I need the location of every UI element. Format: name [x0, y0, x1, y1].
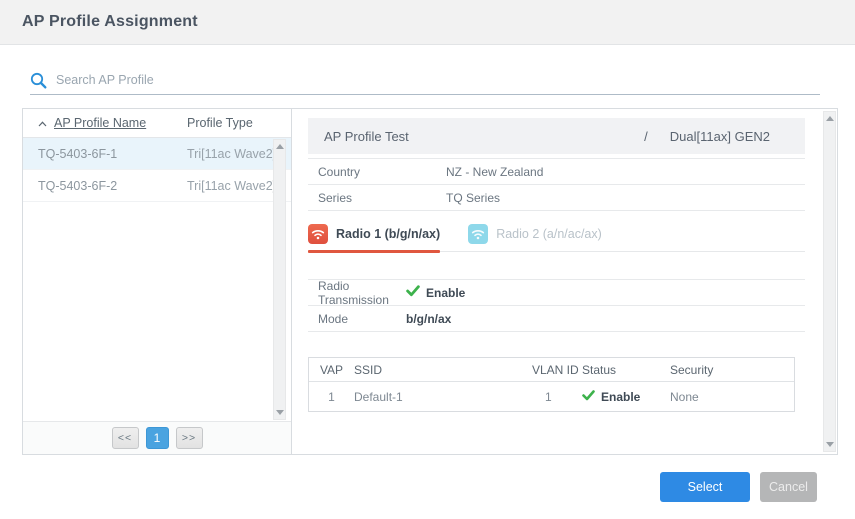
ssid-cell: Default-1 [354, 390, 532, 404]
wifi-icon [308, 224, 328, 244]
series-value: TQ Series [446, 191, 500, 205]
tab-radio-1-label: Radio 1 (b/g/n/ax) [336, 227, 440, 241]
country-row: Country NZ - New Zealand [308, 159, 805, 185]
status-value: Enable [601, 390, 640, 404]
select-button[interactable]: Select [660, 472, 750, 502]
cancel-button[interactable]: Cancel [760, 472, 817, 502]
dialog-body: AP Profile Name Profile Type TQ-5403-6F-… [22, 108, 838, 455]
vap-column-header: VAP [309, 363, 354, 377]
mode-label: Mode [318, 312, 406, 326]
search-icon [30, 72, 47, 89]
vap-table-header: VAP SSID VLAN ID Status Security [309, 358, 794, 382]
profile-list-scrollbar[interactable] [273, 139, 286, 420]
vlan-id-column-header: VLAN ID [532, 363, 582, 377]
search-bar [30, 66, 820, 95]
dialog-titlebar: AP Profile Assignment [0, 0, 855, 45]
detail-scrollbar[interactable] [823, 111, 836, 452]
tab-radio-1[interactable]: Radio 1 (b/g/n/ax) [308, 224, 440, 251]
tab-radio-2-label: Radio 2 (a/n/ac/ax) [496, 227, 602, 241]
radio-settings-rows: Radio Transmission Enable Mode b/g/n/ax [308, 279, 805, 332]
vap-cell: 1 [309, 390, 354, 404]
pagination-bar: << 1 >> [23, 421, 291, 454]
profile-row-selected[interactable]: TQ-5403-6F-1 Tri[11ac Wave2] [23, 138, 291, 170]
radio-transmission-row: Radio Transmission Enable [308, 280, 805, 306]
dialog-actions: Select Cancel [660, 472, 817, 502]
detail-model-name: Dual[11ax] GEN2 [670, 129, 770, 144]
country-label: Country [318, 165, 446, 179]
profile-list-panel: AP Profile Name Profile Type TQ-5403-6F-… [23, 109, 292, 454]
vap-table-row: 1 Default-1 1 Enable None [309, 382, 794, 411]
security-column-header: Security [670, 363, 794, 377]
radio-tabs: Radio 1 (b/g/n/ax) Radio 2 (a/n/ac/ax) [308, 224, 805, 252]
profile-name-cell: TQ-5403-6F-2 [23, 179, 187, 193]
check-icon [406, 285, 420, 300]
column-header-profile-type[interactable]: Profile Type [187, 116, 291, 130]
detail-header-band: AP Profile Test / Dual[11ax] GEN2 [308, 118, 805, 154]
mode-row: Mode b/g/n/ax [308, 306, 805, 332]
country-value: NZ - New Zealand [446, 165, 543, 179]
mode-value: b/g/n/ax [406, 312, 451, 326]
pagination-prev-button[interactable]: << [112, 427, 139, 449]
security-cell: None [670, 390, 794, 404]
pagination-page-button[interactable]: 1 [146, 427, 169, 449]
ssid-column-header: SSID [354, 363, 532, 377]
status-cell: Enable [582, 390, 670, 404]
page-title: AP Profile Assignment [22, 13, 198, 31]
profile-name-cell: TQ-5403-6F-1 [23, 147, 187, 161]
sort-ascending-icon[interactable] [38, 116, 47, 130]
scroll-down-icon[interactable] [826, 442, 834, 447]
wifi-icon [468, 224, 488, 244]
check-icon [582, 390, 595, 404]
profile-list-rows: TQ-5403-6F-1 Tri[11ac Wave2] TQ-5403-6F-… [23, 138, 291, 421]
series-label: Series [318, 191, 446, 205]
vap-table: VAP SSID VLAN ID Status Security 1 Defau… [308, 357, 795, 412]
vlan-id-cell: 1 [532, 390, 582, 404]
radio-transmission-value: Enable [426, 286, 465, 300]
scroll-down-icon[interactable] [276, 410, 284, 415]
scroll-up-icon[interactable] [826, 116, 834, 121]
profile-row[interactable]: TQ-5403-6F-2 Tri[11ac Wave2] [23, 170, 291, 202]
search-input[interactable] [56, 73, 820, 87]
tab-radio-2[interactable]: Radio 2 (a/n/ac/ax) [468, 224, 602, 251]
series-row: Series TQ Series [308, 185, 805, 211]
profile-list-header: AP Profile Name Profile Type [23, 109, 291, 138]
detail-separator: / [644, 129, 648, 144]
scroll-up-icon[interactable] [276, 144, 284, 149]
detail-info-rows: Country NZ - New Zealand Series TQ Serie… [308, 158, 805, 211]
column-header-ap-profile-name[interactable]: AP Profile Name [54, 116, 146, 130]
status-column-header: Status [582, 363, 670, 377]
profile-detail-panel: AP Profile Test / Dual[11ax] GEN2 Countr… [292, 109, 837, 454]
radio-transmission-label: Radio Transmission [318, 279, 406, 307]
detail-profile-name: AP Profile Test [324, 129, 409, 144]
pagination-next-button[interactable]: >> [176, 427, 203, 449]
